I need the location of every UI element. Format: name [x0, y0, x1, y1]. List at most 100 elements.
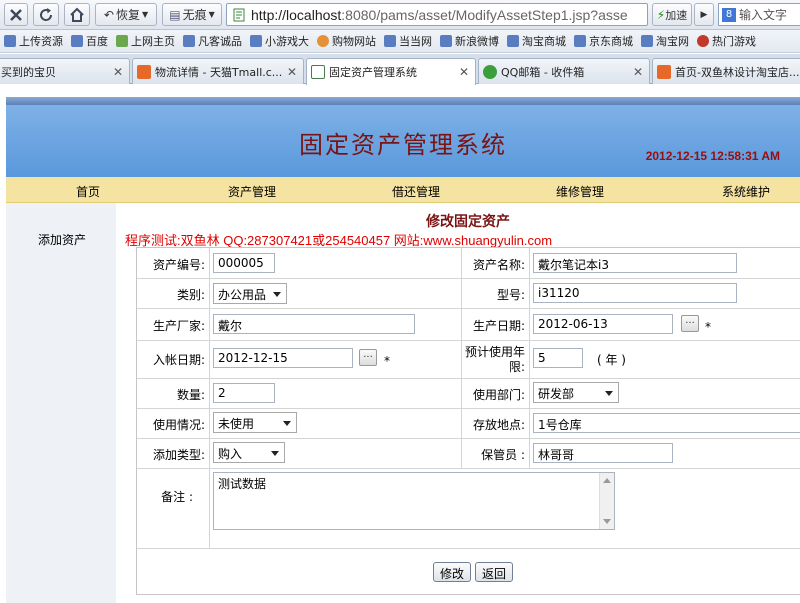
scroll-down-icon[interactable] [603, 519, 611, 524]
chevron-down-icon [271, 451, 279, 456]
location-label: 存放地点: [472, 418, 525, 432]
scrollbar[interactable] [599, 473, 614, 529]
search-box[interactable]: 8 输入文字 [718, 3, 800, 26]
address-bar[interactable]: http://localhost:8080/pams/asset/ModifyA… [226, 3, 648, 26]
bookmark-item[interactable]: 淘宝商城 [507, 33, 566, 49]
lifespan-field[interactable]: 5 [533, 348, 583, 368]
asset-no-label: 资产编号: [152, 258, 205, 272]
production-date-field[interactable]: 2012-06-13 [533, 314, 673, 334]
speedup-label: 加速 [665, 8, 688, 22]
speedup-button[interactable]: ⚡ 加速 [652, 3, 692, 26]
keeper-field[interactable]: 林哥哥 [533, 443, 673, 463]
restore-button[interactable]: ↶ 恢复 ▼ [95, 3, 157, 26]
calendar-button[interactable]: ... [681, 315, 699, 332]
tab-strip: 买到的宝贝 ✕ 物流详情 - 天猫Tmall.c... ✕ 固定资产管理系统 ✕… [0, 54, 800, 85]
asset-name-label: 资产名称: [472, 258, 525, 272]
home-button[interactable] [64, 3, 90, 26]
sidebar: 添加资产 [6, 203, 116, 603]
row-divider [137, 278, 800, 279]
browser-toolbar: ↶ 恢复 ▼ ▤ 无痕 ▼ http://localhost:8080/pams… [0, 0, 800, 30]
model-label: 型号: [496, 288, 525, 302]
entry-date-field[interactable]: 2012-12-15 [213, 348, 353, 368]
usage-select[interactable]: 未使用 [213, 412, 297, 433]
row-divider [137, 308, 800, 309]
category-value: 办公用品 [218, 288, 267, 302]
scroll-up-icon[interactable] [603, 478, 611, 483]
close-icon[interactable]: ✕ [459, 65, 469, 79]
bookmark-item[interactable]: 京东商城 [574, 33, 633, 49]
bookmark-item[interactable]: 上网主页 [116, 33, 175, 49]
bookmark-item[interactable]: 新浪微博 [440, 33, 499, 49]
asset-name-field[interactable]: 戴尔笔记本i3 [533, 253, 737, 273]
traceless-button[interactable]: ▤ 无痕 ▼ [162, 3, 222, 26]
qq-mail-icon [483, 64, 497, 79]
row-divider [137, 340, 800, 341]
entry-date-label: 入帐日期: [152, 353, 205, 367]
url-text: http://localhost:8080/pams/asset/ModifyA… [251, 6, 628, 23]
department-label: 使用部门: [472, 388, 525, 402]
nav-asset-management[interactable]: 资产管理 [228, 183, 276, 200]
home-icon [116, 35, 128, 47]
chevron-down-icon [605, 391, 613, 396]
close-icon[interactable]: ✕ [113, 65, 123, 79]
quantity-field[interactable]: 2 [213, 383, 275, 403]
bookmark-item[interactable]: 小游戏大 [250, 33, 309, 49]
bookmark-item[interactable]: 购物网站 [317, 33, 376, 49]
remark-label: 备注 : [161, 490, 193, 504]
row-divider [137, 408, 800, 409]
bookmark-item[interactable]: 热门游戏 [697, 33, 756, 49]
restore-label: 恢复 [115, 8, 140, 22]
home-icon [70, 7, 84, 22]
nav-maintenance[interactable]: 维修管理 [556, 183, 604, 200]
search-engine-icon: 8 [722, 7, 736, 22]
forward-menu-button[interactable]: ▶ [694, 3, 714, 26]
tab-bought-items[interactable]: 买到的宝贝 ✕ [0, 58, 130, 84]
model-field[interactable]: i31120 [533, 283, 737, 303]
page-icon [311, 65, 325, 79]
category-select[interactable]: 办公用品 [213, 283, 287, 304]
bookmark-item[interactable]: 百度 [71, 33, 108, 49]
row-divider [137, 548, 800, 549]
close-icon[interactable]: ✕ [287, 65, 297, 79]
tab-taobao-shop[interactable]: 首页-双鱼林设计淘宝店... [652, 58, 800, 84]
manufacturer-label: 生产厂家: [152, 319, 205, 333]
department-select[interactable]: 研发部 [533, 382, 619, 403]
required-mark: * [705, 320, 711, 334]
add-type-select[interactable]: 购入 [213, 442, 285, 463]
page: 固定资产管理系统 2012-12-15 12:58:31 AM 首页 资产管理 … [0, 85, 800, 603]
bookmark-item[interactable]: 凡客诚品 [183, 33, 242, 49]
traceless-label: 无痕 [182, 8, 207, 22]
required-mark: * [384, 354, 390, 368]
datetime-display: 2012-12-15 12:58:31 AM [645, 149, 780, 163]
asset-no-field[interactable]: 000005 [213, 253, 275, 273]
chevron-down-icon [273, 292, 281, 297]
stop-button[interactable] [4, 3, 28, 26]
sidebar-item-add-asset[interactable]: 添加资产 [38, 231, 86, 248]
back-button[interactable]: 返回 [475, 562, 514, 582]
remark-textarea[interactable]: 测试数据 [213, 472, 615, 530]
lifespan-label-line2: 限: [508, 360, 525, 374]
nav-system[interactable]: 系统维护 [722, 183, 770, 200]
bookmark-item[interactable]: 当当网 [384, 33, 432, 49]
column-divider [209, 248, 210, 548]
bookmark-item[interactable]: 上传资源 [4, 33, 63, 49]
bookmark-item[interactable]: 淘宝网 [641, 33, 689, 49]
tab-qq-mail[interactable]: QQ邮箱 - 收件箱 ✕ [478, 58, 650, 84]
nav-home[interactable]: 首页 [76, 183, 100, 200]
tab-logistics[interactable]: 物流详情 - 天猫Tmall.c... ✕ [132, 58, 304, 84]
remark-value: 测试数据 [218, 477, 267, 491]
refresh-button[interactable] [33, 3, 59, 26]
nav-borrow-return[interactable]: 借还管理 [392, 183, 440, 200]
manufacturer-field[interactable]: 戴尔 [213, 314, 415, 334]
form-title: 修改固定资产 [426, 214, 510, 230]
location-field[interactable]: 1号仓库 [533, 413, 800, 433]
column-divider [529, 248, 530, 468]
usage-value: 未使用 [218, 417, 255, 431]
tab-asset-system[interactable]: 固定资产管理系统 ✕ [306, 58, 476, 85]
submit-button[interactable]: 修改 [433, 562, 472, 582]
production-date-label: 生产日期: [472, 319, 525, 333]
row-divider [137, 468, 800, 469]
close-icon[interactable]: ✕ [633, 65, 643, 79]
traceless-icon: ▤ [169, 7, 181, 22]
calendar-button[interactable]: ... [359, 349, 377, 366]
